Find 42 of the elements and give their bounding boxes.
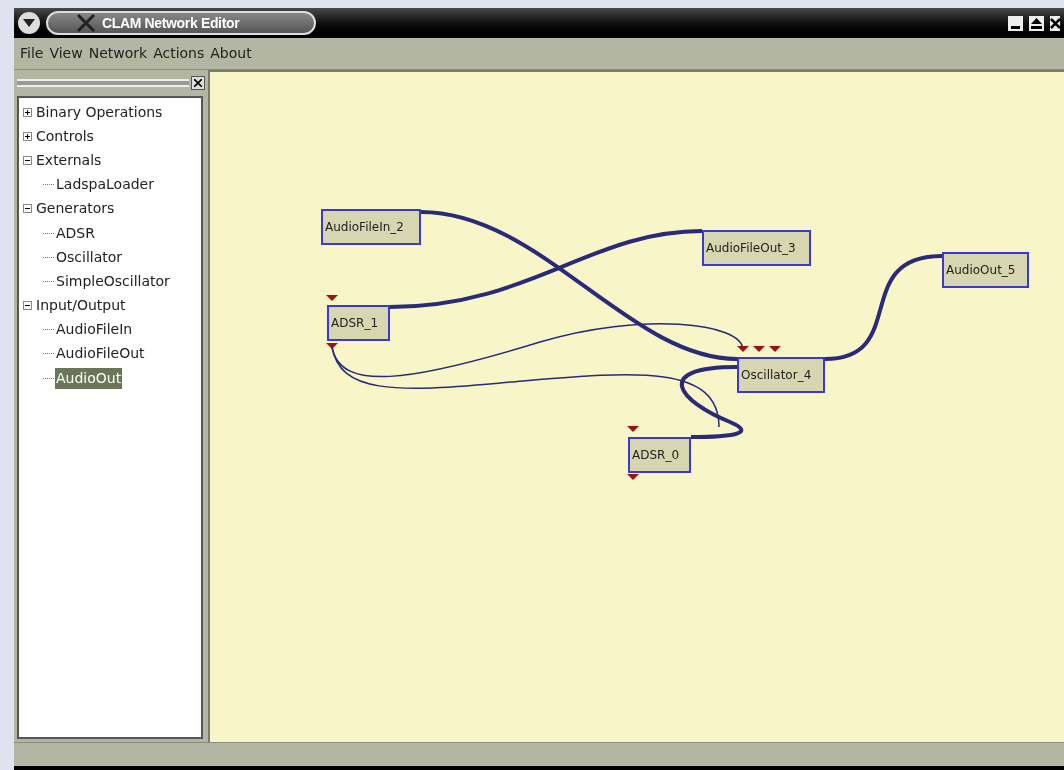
tree-item[interactable]: AudioFileOut (55, 343, 146, 365)
dock-handle[interactable] (17, 79, 189, 87)
port-icon[interactable] (627, 426, 639, 432)
port-icon[interactable] (326, 295, 338, 301)
tree-item[interactable]: Generators (35, 198, 116, 220)
processing-node[interactable]: AudioFileIn_2 (321, 209, 421, 245)
tree-item[interactable]: Input/Output (35, 295, 127, 317)
tree-item[interactable]: Oscillator (55, 246, 124, 268)
tree-item[interactable]: AudioFileIn (55, 319, 134, 341)
close-button[interactable] (1050, 15, 1060, 31)
maximize-button[interactable] (1029, 15, 1044, 31)
collapse-icon[interactable] (23, 301, 32, 311)
processing-node[interactable]: AudioOut_5 (942, 252, 1029, 288)
tree-item[interactable]: Controls (35, 125, 95, 147)
processing-node[interactable]: ADSR_0 (628, 437, 691, 473)
processing-node[interactable]: Oscillator_4 (737, 357, 825, 393)
tree-item[interactable]: Externals (35, 149, 103, 171)
tree-item[interactable]: SimpleOscillator (55, 270, 171, 292)
dock-close-button[interactable] (191, 76, 205, 90)
tree-item[interactable]: ADSR (55, 222, 96, 244)
window-title: CLAM Network Editor (102, 13, 240, 33)
expand-icon[interactable] (23, 131, 32, 141)
expand-icon[interactable] (23, 107, 32, 117)
x-logo-icon (76, 14, 96, 32)
menu-item[interactable]: File (17, 43, 47, 64)
menu-item[interactable]: Network (85, 43, 151, 64)
port-icon[interactable] (326, 343, 338, 349)
tree-item[interactable]: Binary Operations (35, 101, 164, 123)
tree-item[interactable]: AudioOut (55, 367, 123, 389)
menu-item[interactable]: About (207, 43, 255, 64)
menu-item[interactable]: View (46, 43, 86, 64)
port-icon[interactable] (769, 346, 781, 352)
port-icon[interactable] (737, 346, 749, 352)
window-menu-icon[interactable] (18, 12, 40, 34)
port-icon[interactable] (753, 346, 765, 352)
minimize-button[interactable] (1008, 15, 1023, 31)
processing-node[interactable]: AudioFileOut_3 (702, 230, 811, 266)
processing-node[interactable]: ADSR_1 (327, 305, 390, 341)
menu-item[interactable]: Actions (150, 43, 208, 64)
collapse-icon[interactable] (23, 155, 32, 165)
tree-item[interactable]: LadspaLoader (55, 174, 155, 196)
collapse-icon[interactable] (23, 204, 32, 214)
